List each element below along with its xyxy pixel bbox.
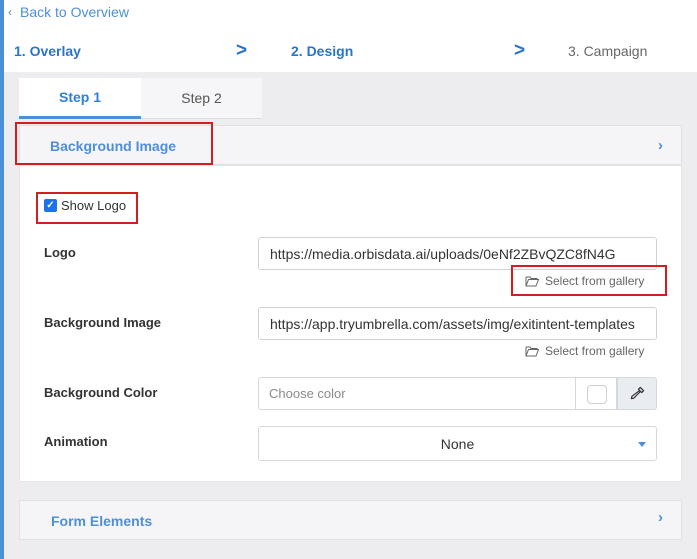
background-color-label: Background Color: [44, 385, 158, 400]
background-image-url-input[interactable]: https://app.tryumbrella.com/assets/img/e…: [258, 307, 657, 340]
background-image-label: Background Image: [44, 315, 162, 330]
chevron-right-icon: ›: [658, 509, 663, 526]
step-campaign[interactable]: 3. Campaign: [568, 43, 647, 59]
step-separator: >: [236, 40, 248, 61]
folder-open-icon: [525, 346, 539, 357]
background-color-input[interactable]: Choose color: [258, 377, 576, 410]
caret-down-icon: [638, 442, 646, 447]
step-separator: >: [514, 40, 526, 61]
animation-select[interactable]: None: [258, 426, 657, 461]
highlight-box: [511, 265, 667, 296]
step-overlay[interactable]: 1. Overlay: [14, 43, 81, 59]
chevron-left-icon: ‹: [8, 5, 12, 19]
highlight-box: [15, 122, 213, 165]
chevron-right-icon: ›: [658, 137, 663, 154]
back-link-label: Back to Overview: [20, 4, 129, 20]
highlight-box: [36, 192, 138, 224]
background-select-from-gallery[interactable]: Select from gallery: [525, 344, 644, 358]
form-elements-accordion-header[interactable]: Form Elements ›: [19, 500, 682, 540]
logo-label: Logo: [44, 245, 76, 260]
animation-selected-value: None: [440, 435, 475, 452]
wizard-header: ‹ Back to Overview 1. Overlay > 2. Desig…: [4, 0, 697, 72]
tab-step-1[interactable]: Step 1: [19, 78, 141, 119]
step-design[interactable]: 2. Design: [291, 43, 353, 59]
back-to-overview-link[interactable]: ‹ Back to Overview: [8, 4, 129, 20]
color-swatch-container[interactable]: [575, 377, 617, 410]
left-accent-stripe: [0, 0, 4, 559]
color-picker-button[interactable]: [617, 377, 657, 410]
animation-label: Animation: [44, 434, 108, 449]
gallery-label: Select from gallery: [545, 344, 645, 358]
color-swatch[interactable]: [587, 385, 607, 404]
tab-step-2[interactable]: Step 2: [141, 78, 262, 119]
eyedropper-icon: [630, 386, 644, 400]
accordion-title: Form Elements: [51, 513, 153, 529]
